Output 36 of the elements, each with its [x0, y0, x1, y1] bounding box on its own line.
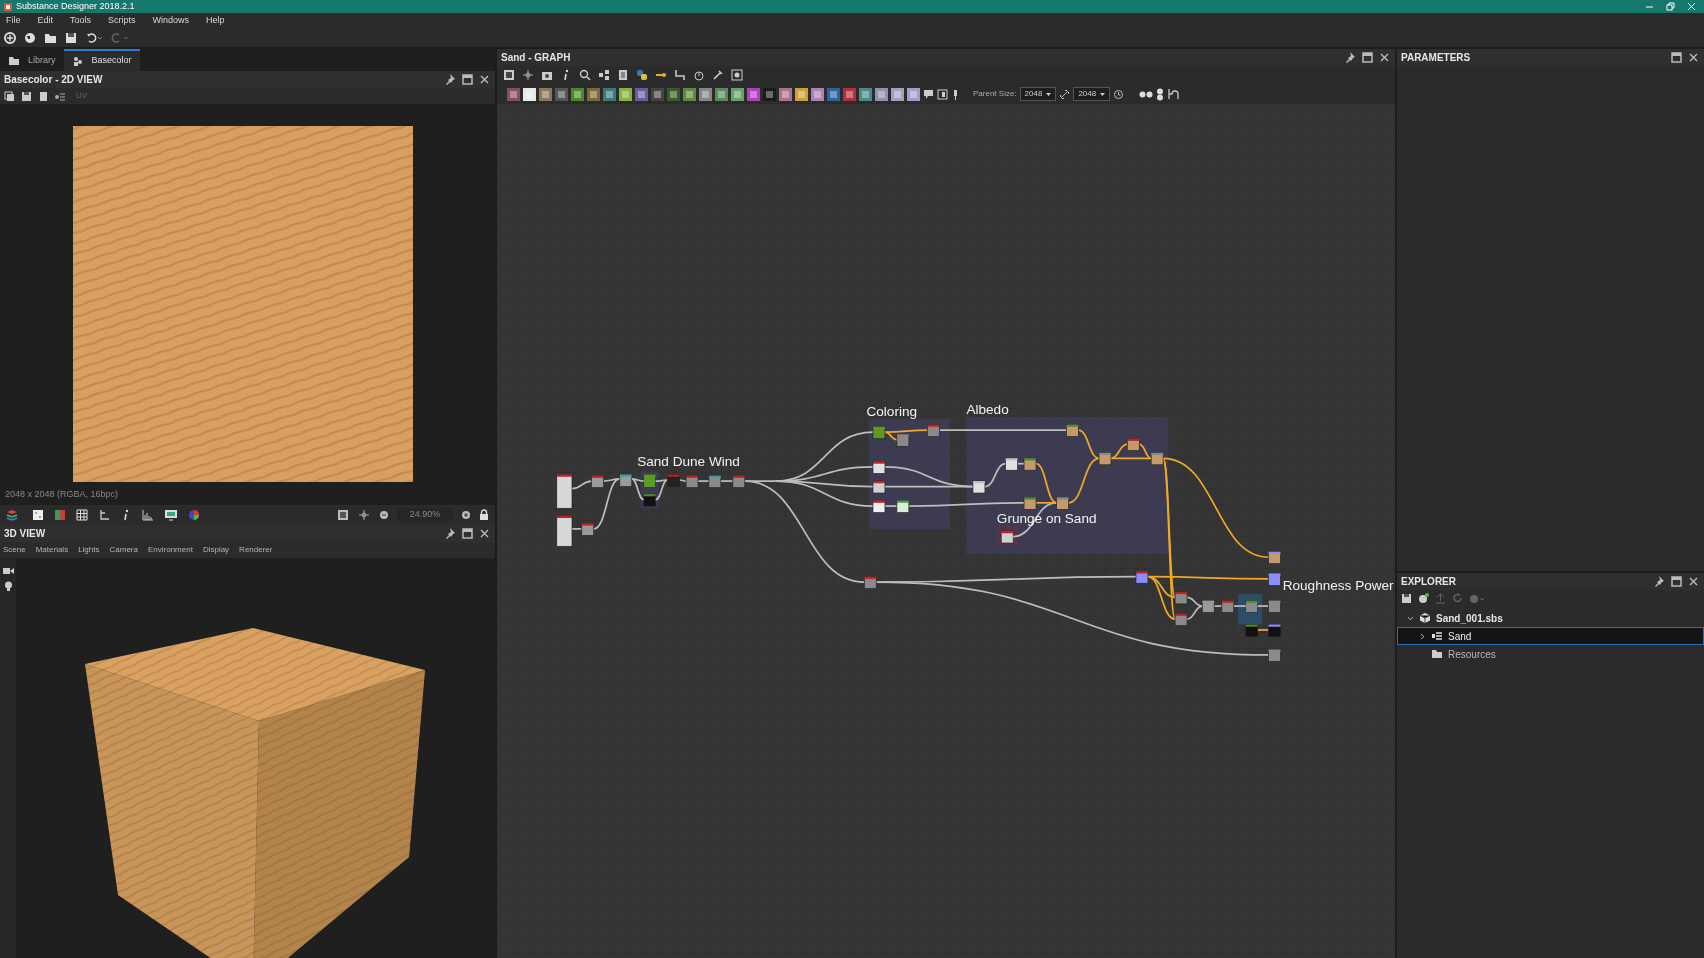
panel-tab[interactable]: Library: [0, 49, 64, 71]
frame-label: Albedo: [966, 401, 1009, 417]
view-menu-item[interactable]: Display: [202, 543, 230, 556]
tree-item[interactable]: Sand_001.sbs: [1397, 609, 1704, 627]
view-menu-item[interactable]: Camera: [109, 543, 138, 556]
frame-label: Sand Dune Wind: [637, 453, 740, 469]
tree-label: Sand_001.sbs: [1436, 611, 1503, 626]
menu-item[interactable]: Tools: [70, 16, 92, 25]
frame-label: Coloring: [866, 403, 918, 419]
menu-item[interactable]: Edit: [37, 16, 54, 25]
tree-label: Sand: [1448, 629, 1472, 644]
tree-label: Resources: [1448, 647, 1496, 662]
panel-title: PARAMETERS: [1401, 51, 1471, 65]
parent-size-label: Parent Size:: [973, 88, 1017, 100]
panel-title: 3D VIEW: [4, 526, 46, 541]
tree-item[interactable]: Sand: [1397, 627, 1704, 645]
menu-item[interactable]: Scripts: [108, 16, 136, 25]
view-menu-item[interactable]: Renderer: [239, 543, 273, 556]
panel-tab[interactable]: Basecolor: [63, 49, 140, 71]
view-menu-item[interactable]: Lights: [78, 543, 100, 556]
view-menu-item[interactable]: Environment: [147, 543, 193, 556]
size-dropdown[interactable]: 2048: [1019, 87, 1057, 101]
view-menu-item[interactable]: Materials: [35, 543, 69, 556]
panel-title: EXPLORER: [1401, 575, 1456, 589]
zoom-field[interactable]: 24.90%: [397, 507, 453, 522]
panel-title: Basecolor - 2D VIEW: [4, 73, 103, 87]
panel-title: Sand - GRAPH: [501, 51, 571, 65]
size-dropdown[interactable]: 2048: [1073, 87, 1111, 101]
window-title: Substance Designer 2018.2.1: [16, 2, 135, 11]
image-info: 2048 x 2048 (RGBA, 16bpc): [5, 488, 119, 501]
view-menu-item[interactable]: Scene: [3, 543, 26, 556]
tree-item[interactable]: Resources: [1397, 645, 1704, 663]
menu-item[interactable]: Help: [206, 16, 225, 25]
menu-item[interactable]: Windows: [152, 16, 190, 25]
frame-label: Roughness Power: [1282, 577, 1394, 593]
menu-item[interactable]: File: [6, 16, 21, 25]
